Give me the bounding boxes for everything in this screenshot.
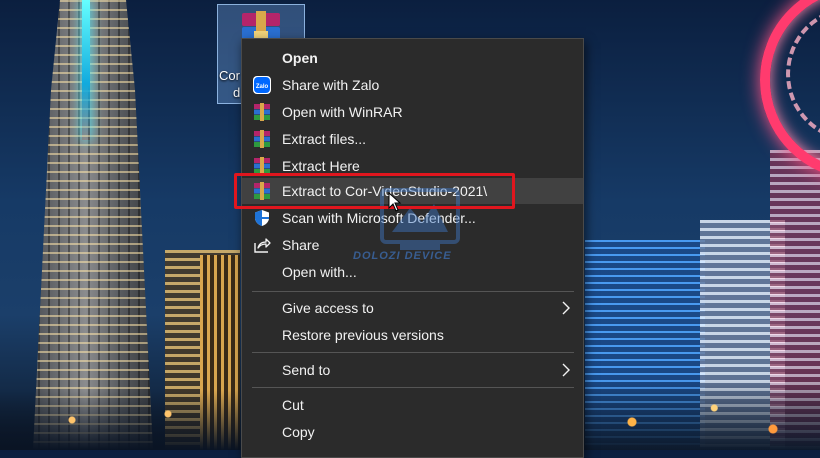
menu-separator <box>252 387 574 388</box>
menu-item-send-to[interactable]: Send to <box>242 357 583 383</box>
menu-item-label: Open with WinRAR <box>282 104 403 120</box>
menu-separator <box>252 352 574 353</box>
menu-item-copy[interactable]: Copy <box>242 419 583 445</box>
menu-item-label: Open <box>282 50 318 66</box>
menu-item-restore-previous-versions[interactable]: Restore previous versions <box>242 322 583 348</box>
menu-item-label: Send to <box>282 362 331 378</box>
tower-light <box>82 0 90 140</box>
menu-item-label: Share <box>282 237 320 253</box>
menu-item-open[interactable]: Open <box>242 45 583 71</box>
menu-item-label: Open with... <box>282 264 357 280</box>
menu-item-give-access-to[interactable]: Give access to <box>242 295 583 321</box>
menu-item-open-with[interactable]: Open with... <box>242 259 583 285</box>
menu-item-label: Give access to <box>282 300 374 316</box>
menu-item-label: Share with Zalo <box>282 77 380 93</box>
menu-separator <box>252 291 574 292</box>
zalo-icon: Zalo <box>253 76 271 94</box>
menu-item-label: Extract files... <box>282 131 367 147</box>
menu-item-label: Restore previous versions <box>282 327 444 343</box>
menu-item-label: Cut <box>282 397 304 413</box>
city-lights <box>0 390 240 450</box>
city-lights <box>585 380 820 450</box>
menu-item-label: Extract Here <box>282 158 360 174</box>
menu-item-cut[interactable]: Cut <box>242 392 583 418</box>
menu-item-open-with-winrar[interactable]: Open with WinRAR <box>242 99 583 125</box>
winrar-icon <box>254 130 270 148</box>
menu-item-label: Copy <box>282 424 315 440</box>
defender-shield-icon <box>255 210 269 226</box>
svg-text:Zalo: Zalo <box>256 84 269 90</box>
chevron-right-icon <box>562 363 570 377</box>
menu-item-extract-files[interactable]: Extract files... <box>242 126 583 152</box>
tower-building <box>33 0 153 450</box>
share-icon <box>254 238 271 253</box>
chevron-right-icon <box>562 301 570 315</box>
watermark-text: DOLOZI DEVICE <box>353 250 452 262</box>
mouse-cursor-icon <box>388 192 402 212</box>
menu-item-share-with-zalo[interactable]: Zalo Share with Zalo <box>242 72 583 98</box>
winrar-icon <box>254 103 270 121</box>
highlight-box <box>234 173 515 209</box>
